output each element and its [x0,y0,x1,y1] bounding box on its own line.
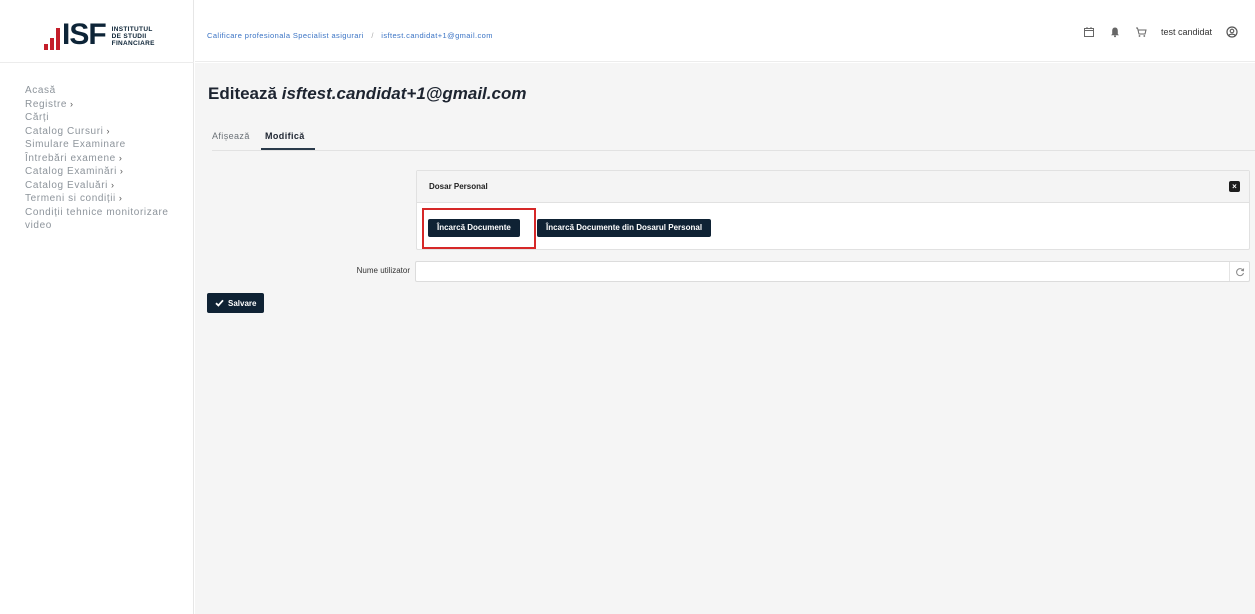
sidebar-item-label: Condiții tehnice monitorizare video [25,206,169,231]
dossier-panel: Dosar Personal × Încarcă Documente Încar… [416,170,1250,250]
tab-view[interactable]: Afișează [212,131,250,141]
calendar-icon[interactable] [1083,26,1095,38]
logo-line-2: DE STUDII [111,33,147,40]
checkmark-icon [215,299,224,307]
sidebar-item-9[interactable]: Condiții tehnice monitorizare video [25,206,190,232]
save-button-label: Salvare [228,298,257,308]
chevron-right-icon: › [110,179,115,190]
highlight-box [422,208,536,249]
sidebar-item-label: Registre [25,98,68,110]
cart-icon[interactable] [1135,26,1147,38]
chevron-right-icon: › [118,152,123,163]
sidebar-item-8[interactable]: Termeni si condiții › [25,192,190,205]
active-tab-indicator [261,148,315,150]
breadcrumb: Calificare profesionala Specialist asigu… [207,31,493,40]
sidebar-item-2[interactable]: Cărți [25,111,190,124]
dossier-panel-header: Dosar Personal × [417,171,1249,203]
page-title: Editează isftest.candidat+1@gmail.com [208,84,526,104]
logo-line-1: INSTITUTUL [111,26,153,33]
sidebar-item-label: Catalog Examinări [25,166,117,177]
tab-bar: Afișează Modifică [212,131,1255,151]
chevron-right-icon: › [106,125,111,136]
upload-from-dossier-button[interactable]: Încarcă Documente din Dosarul Personal [537,219,712,237]
breadcrumb-separator: / [371,31,374,40]
page-title-prefix: Editează [208,84,277,103]
username-label: Nume utilizator [356,266,410,275]
chevron-right-icon: › [70,98,74,109]
user-circle-icon[interactable] [1226,26,1238,38]
sidebar-item-label: Termeni si condiții [25,193,116,204]
breadcrumb-item-user[interactable]: isftest.candidat+1@gmail.com [381,31,493,40]
username-field[interactable] [415,261,1250,282]
logo-mark: ISF [62,18,107,51]
isf-logo[interactable]: ISF INSTITUTUL DE STUDII FINANCIARE [44,14,172,50]
bell-icon[interactable] [1109,26,1121,38]
sidebar-item-5[interactable]: Întrebări examene › [25,152,190,165]
sidebar-nav: Acasă Registre › Cărți Catalog Cursuri › Simul… [25,84,190,232]
breadcrumb-item-course[interactable]: Calificare profesionala Specialist asigu… [207,31,364,40]
sidebar-item-label: Întrebări examene [25,152,116,164]
sidebar-item-label: Cărți [25,112,50,123]
sidebar-item-7[interactable]: Catalog Evaluări › [25,179,190,192]
top-icons: test candidat [1083,26,1238,38]
sidebar-item-label: Simulare Examinare [25,139,126,150]
user-name[interactable]: test candidat [1161,27,1212,37]
sidebar-item-label: Catalog Evaluări [25,179,108,191]
sidebar-divider [0,62,194,63]
sidebar-item-4[interactable]: Simulare Examinare [25,138,190,151]
save-button[interactable]: Salvare [207,293,265,313]
sidebar: ISF INSTITUTUL DE STUDII FINANCIARE Acas… [0,0,194,614]
page-title-email: isftest.candidat+1@gmail.com [281,84,527,103]
sidebar-item-label: Acasă [25,85,56,96]
main-content: Editează isftest.candidat+1@gmail.com Af… [195,63,1255,614]
logo-bars [44,20,60,50]
refresh-icon[interactable] [1229,262,1249,281]
dossier-panel-title: Dosar Personal [429,182,488,191]
close-icon[interactable]: × [1229,181,1240,192]
top-bar: Calificare profesionala Specialist asigu… [195,0,1255,62]
logo-line-3: FINANCIARE [111,40,155,47]
sidebar-item-6[interactable]: Catalog Examinări › [25,165,190,178]
tab-edit[interactable]: Modifică [265,131,305,141]
sidebar-item-0[interactable]: Acasă [25,84,190,97]
sidebar-item-1[interactable]: Registre › [25,98,190,111]
chevron-right-icon: › [118,193,123,203]
sidebar-item-label: Catalog Cursuri [25,125,104,137]
logo-text: INSTITUTUL DE STUDII FINANCIARE [112,26,155,47]
chevron-right-icon: › [119,166,124,176]
sidebar-item-3[interactable]: Catalog Cursuri › [25,125,190,138]
